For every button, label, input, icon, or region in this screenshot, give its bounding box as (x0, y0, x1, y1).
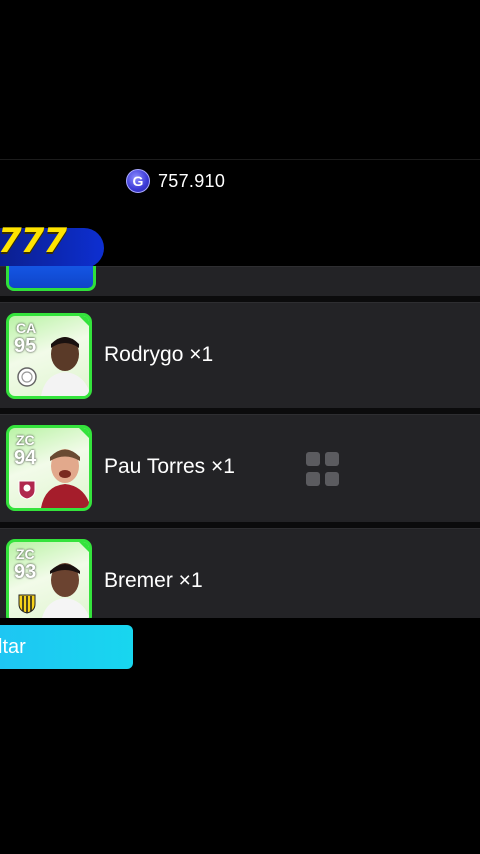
list-item[interactable]: ZC 94 Pau Torres ×1 (0, 414, 480, 523)
player-card (6, 266, 96, 291)
card-corner-mark (79, 542, 89, 552)
player-rating: 93 (14, 561, 37, 583)
currency-amount: 757.910 (158, 170, 226, 191)
player-photo (41, 337, 89, 396)
top-blank-area (0, 0, 480, 160)
list-item[interactable] (0, 266, 480, 297)
player-card[interactable]: ZC 94 (6, 425, 92, 511)
grid-menu-icon[interactable] (306, 452, 340, 486)
card-corner-mark (79, 316, 89, 326)
club-badge-icon (18, 594, 36, 614)
player-rating: 95 (14, 335, 37, 357)
club-badge-icon (17, 367, 37, 387)
player-photo (41, 563, 89, 618)
currency-display: G 757.910 (126, 168, 225, 194)
player-position: CA (16, 320, 37, 336)
grid-cell (306, 471, 320, 486)
player-name: Rodrygo ×1 (104, 343, 214, 366)
player-list[interactable]: CA 95 Rodrygo ×1 ZC 94 Pau Torres ×1 ZC … (0, 266, 480, 618)
player-card[interactable]: CA 95 (6, 313, 92, 399)
back-button-label: ltar (0, 635, 26, 658)
gp-coin-icon: G (126, 169, 150, 193)
grid-cell (325, 471, 339, 486)
divider (0, 159, 480, 160)
player-position: ZC (16, 546, 35, 562)
list-item[interactable]: ZC 93 Bremer ×1 (0, 528, 480, 618)
grid-cell (306, 452, 320, 466)
player-position: ZC (16, 432, 35, 448)
player-card[interactable]: ZC 93 (6, 539, 92, 618)
list-item[interactable]: CA 95 Rodrygo ×1 (0, 302, 480, 409)
player-photo (41, 449, 89, 508)
club-badge-icon (18, 480, 36, 500)
player-rating: 94 (14, 447, 37, 469)
promo-text: 777 (0, 221, 67, 261)
back-button[interactable]: ltar (0, 625, 133, 669)
card-corner-mark (79, 428, 89, 438)
player-name: Bremer ×1 (104, 569, 203, 592)
player-name: Pau Torres ×1 (104, 455, 235, 478)
coin-symbol: G (132, 173, 144, 189)
grid-cell (325, 452, 339, 466)
